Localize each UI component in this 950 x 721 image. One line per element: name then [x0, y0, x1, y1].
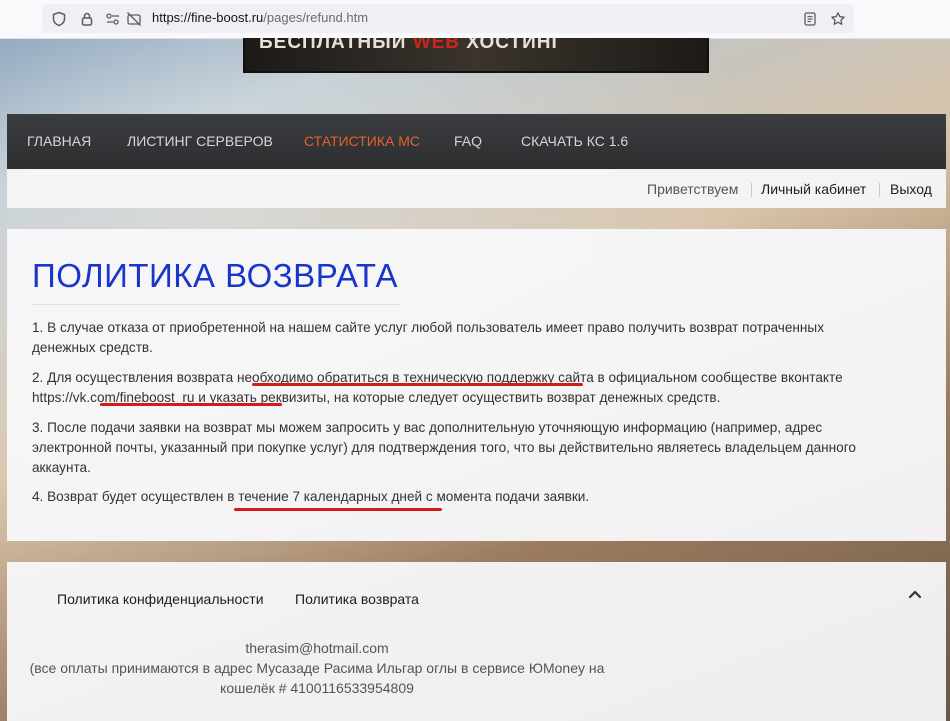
main-nav: ГЛАВНАЯ ЛИСТИНГ СЕРВЕРОВ СТАТИСТИКА МС F… — [7, 114, 946, 170]
nav-item-faq[interactable]: FAQ — [454, 133, 482, 149]
refund-policy-link[interactable]: Политика возврата — [295, 591, 419, 607]
hosting-banner[interactable]: БЕСПЛАТНЫЙ WEB ХОСТИНГ — [243, 38, 709, 73]
bookmark-star-icon[interactable] — [830, 11, 846, 27]
user-bar: Приветствуем Личный кабинет Выход — [7, 169, 946, 208]
browser-toolbar: https://fine-boost.ru/pages/refund.htm — [0, 0, 950, 39]
nav-item-stats[interactable]: СТАТИСТИКА МС — [304, 133, 420, 149]
nav-item-server-listing[interactable]: ЛИСТИНГ СЕРВЕРОВ — [127, 133, 273, 149]
logout-link[interactable]: Выход — [890, 181, 932, 197]
divider — [879, 183, 880, 197]
footer: Политика конфиденциальности Политика воз… — [7, 562, 946, 721]
red-underline-7-days — [234, 508, 442, 511]
page-title: ПОЛИТИКА ВОЗВРАТА — [32, 257, 399, 294]
privacy-policy-link[interactable]: Политика конфиденциальности — [57, 591, 264, 607]
shield-icon[interactable] — [51, 11, 67, 27]
lock-icon[interactable] — [79, 11, 95, 27]
banner-text: БЕСПЛАТНЫЙ WEB ХОСТИНГ — [259, 38, 563, 54]
url-path: /pages/refund.htm — [263, 10, 369, 25]
red-underline-support — [252, 383, 583, 386]
contact-email: therasim@hotmail.com — [245, 640, 389, 656]
camera-blocked-icon[interactable] — [126, 11, 142, 27]
nav-item-home[interactable]: ГЛАВНАЯ — [27, 133, 91, 149]
red-underline-vk-link — [100, 403, 282, 406]
banner-text-accent: WEB — [412, 38, 461, 53]
policy-paragraph-3: 3. После подачи заявки на возврат мы мож… — [32, 420, 856, 475]
banner-text-prefix: БЕСПЛАТНЫЙ — [259, 38, 413, 53]
banner-text-suffix: ХОСТИНГ — [460, 38, 564, 53]
permissions-icon[interactable] — [105, 11, 121, 27]
nav-item-download[interactable]: СКАЧАТЬ КС 1.6 — [521, 133, 628, 149]
policy-paragraph-2: 2. Для осуществления возврата необходимо… — [32, 370, 843, 405]
divider — [751, 183, 752, 197]
payment-note: (все оплаты принимаются в адрес Мусазаде… — [29, 660, 605, 696]
reader-view-icon[interactable] — [802, 11, 818, 27]
personal-cabinet-link[interactable]: Личный кабинет — [761, 181, 866, 197]
url-host: https://fine-boost.ru — [152, 10, 264, 25]
policy-paragraph-4: 4. Возврат будет осуществлен в течение 7… — [32, 489, 590, 504]
title-divider — [32, 304, 400, 305]
url-text[interactable]: https://fine-boost.ru/pages/refund.htm — [152, 10, 368, 25]
chevron-up-icon[interactable] — [905, 586, 925, 602]
greeting-text: Приветствуем — [647, 181, 739, 197]
content-card: ПОЛИТИКА ВОЗВРАТА 1. В случае отказа от … — [7, 229, 946, 541]
policy-paragraph-1: 1. В случае отказа от приобретенной на н… — [32, 320, 824, 355]
address-bar[interactable]: https://fine-boost.ru/pages/refund.htm — [42, 4, 854, 33]
